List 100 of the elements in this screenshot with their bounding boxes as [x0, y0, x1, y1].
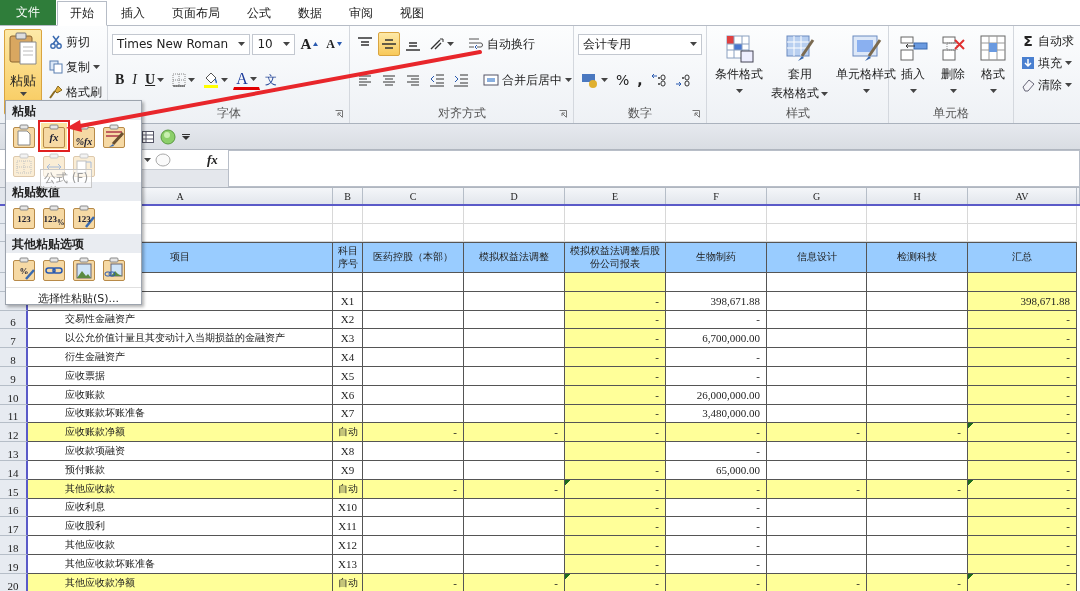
table-cell: -	[767, 423, 867, 443]
dialog-launcher-icon[interactable]	[335, 110, 343, 118]
paste-option-button[interactable]	[41, 256, 67, 282]
row-header[interactable]: 17	[0, 517, 28, 537]
dialog-launcher-icon[interactable]	[559, 110, 567, 118]
table-icon[interactable]	[142, 130, 154, 143]
bold-button[interactable]: B	[112, 68, 128, 92]
table-cell: X12	[333, 536, 363, 555]
table-cell: 65,000.00	[666, 460, 767, 480]
row-header[interactable]: 13	[0, 442, 28, 461]
table-cell: X8	[333, 442, 363, 461]
table-cell: X13	[333, 554, 363, 574]
number-format-dropdown[interactable]: 会计专用	[578, 33, 702, 55]
circle-icon[interactable]	[160, 128, 176, 145]
table-cell: X2	[333, 310, 363, 330]
table-cell: X6	[333, 385, 363, 405]
row-header[interactable]: 12	[0, 423, 28, 443]
table-cell: -	[565, 536, 666, 555]
paste-option-button[interactable]	[71, 256, 97, 282]
merge-center-button[interactable]: 合并后居中	[480, 69, 575, 91]
table-cell: 交易性金融资产	[28, 310, 333, 330]
ribbon-tab[interactable]: 开始	[57, 1, 107, 26]
decimal-icon	[650, 73, 667, 87]
column-header[interactable]: H	[867, 188, 968, 204]
table-cell: X11	[333, 517, 363, 537]
percent-style-button[interactable]: %	[613, 68, 633, 92]
fill-button[interactable]: 填充	[1018, 52, 1077, 74]
column-header[interactable]: B	[333, 188, 363, 204]
table-cell: 自动	[333, 423, 363, 443]
font-size-dropdown[interactable]: 10	[252, 33, 296, 55]
vertical-align-button[interactable]	[378, 32, 400, 56]
format-painter-button[interactable]: 格式刷	[46, 81, 105, 103]
brush-icon	[49, 85, 63, 99]
wrap-text-button[interactable]: 自动换行	[465, 33, 538, 55]
column-header[interactable]: E	[565, 188, 666, 204]
paste-option-button[interactable]	[101, 256, 127, 282]
caret-icon	[601, 78, 608, 82]
dialog-launcher-icon[interactable]	[692, 110, 700, 118]
copy-button[interactable]: 复制	[46, 56, 105, 78]
font-color-button[interactable]: A	[233, 70, 260, 90]
paste-option-button[interactable]	[101, 123, 127, 149]
row-header[interactable]: 7	[0, 329, 28, 349]
table-cell: X1	[333, 291, 363, 311]
table-cell: X3	[333, 329, 363, 349]
column-header[interactable]: C	[363, 188, 464, 204]
table-cell: 应收账款	[28, 385, 333, 405]
insert-function-button[interactable]: fx	[207, 151, 218, 168]
table-button[interactable]: 套用 表格格式	[767, 29, 832, 105]
customize-toolbar-icon[interactable]	[182, 133, 190, 140]
shrink-font-button[interactable]: A	[323, 32, 345, 56]
table-cell: -	[464, 423, 565, 443]
table-cell: X5	[333, 367, 363, 386]
wrap-text-icon	[468, 37, 484, 51]
ribbon-tab[interactable]: 插入	[108, 1, 158, 25]
align-icon	[381, 37, 397, 51]
indent-icon	[453, 73, 469, 87]
down-arrow-icon	[1021, 56, 1035, 70]
table-cell: 其他应收款	[28, 536, 333, 555]
column-title: 生物制药	[666, 242, 767, 273]
caret-icon	[93, 65, 100, 69]
table-cell: 预付账款	[28, 460, 333, 480]
column-header[interactable]: AV	[968, 188, 1077, 204]
caret-icon[interactable]	[144, 157, 151, 162]
down-triangle-icon	[337, 42, 342, 46]
phonetic-guide-button[interactable]: 文	[261, 68, 280, 92]
column-header[interactable]: G	[767, 188, 867, 204]
ribbon-tab[interactable]: 页面布局	[159, 1, 233, 25]
grow-font-button[interactable]: A	[297, 32, 322, 56]
conditional-button[interactable]: 条件格式	[711, 29, 767, 105]
paste-special-item[interactable]: 选择性粘贴(S)...	[38, 292, 120, 305]
delete-button[interactable]: 删除	[933, 29, 973, 105]
cell-style-button[interactable]: 单元格样式	[832, 29, 900, 105]
table-cell: -	[666, 367, 767, 386]
caret-icon	[989, 89, 997, 93]
column-header[interactable]: D	[464, 188, 565, 204]
column-header[interactable]: F	[666, 188, 767, 204]
ribbon-tab[interactable]: 文件	[0, 0, 56, 25]
table-cell: 衍生金融资产	[28, 348, 333, 367]
cut-button[interactable]: 剪切	[46, 31, 105, 53]
row-header[interactable]: 8	[0, 348, 28, 367]
ribbon-tab[interactable]: 视图	[387, 1, 437, 25]
table-cell	[333, 206, 363, 224]
group-label: 样式	[785, 105, 810, 122]
comma-style-button[interactable]: ,	[634, 68, 646, 92]
ribbon-tab[interactable]: 公式	[234, 1, 284, 25]
align-icon	[405, 73, 421, 87]
ribbon-tab[interactable]: 数据	[285, 1, 335, 25]
underline-button[interactable]: U	[142, 68, 168, 92]
paste-option-button[interactable]: fx	[41, 123, 67, 149]
ribbon-tab[interactable]: 审阅	[336, 1, 386, 25]
font-name-dropdown[interactable]: Times New Roman	[112, 33, 251, 55]
paste-option-button[interactable]	[11, 123, 37, 149]
formula-input[interactable]	[228, 150, 1080, 187]
table-cell: -	[565, 348, 666, 367]
autosum-button[interactable]: Σ 自动求	[1018, 30, 1077, 52]
format-button[interactable]: 格式	[973, 29, 1013, 105]
clear-button[interactable]: 清除	[1018, 74, 1077, 96]
italic-button[interactable]: I	[129, 68, 140, 92]
row-header[interactable]: 18	[0, 536, 28, 555]
table-cell: 6,700,000.00	[666, 329, 767, 349]
